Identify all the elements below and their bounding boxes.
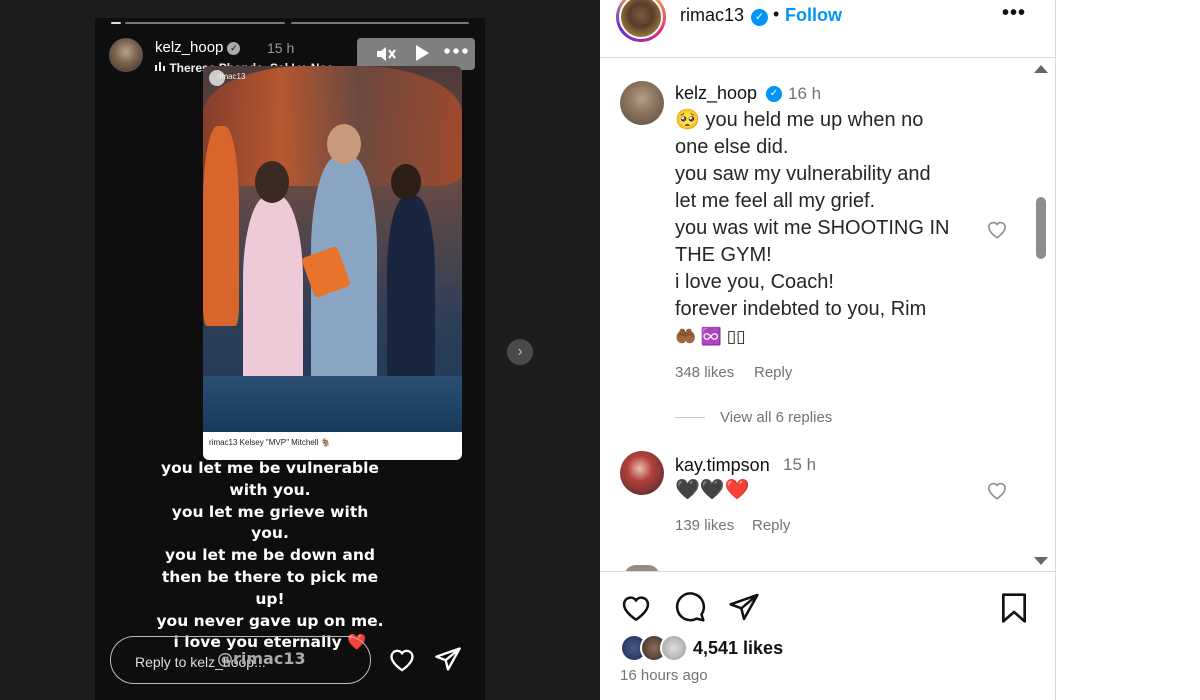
comment-timestamp: 15 h	[783, 455, 817, 474]
save-icon[interactable]	[1000, 592, 1028, 629]
verified-icon: ✓	[751, 9, 768, 26]
comment-icon[interactable]	[674, 591, 706, 628]
play-icon[interactable]	[414, 44, 430, 67]
comment-timestamp: 16 h	[788, 84, 822, 103]
like-icon[interactable]	[620, 592, 652, 627]
comment-avatar[interactable]	[620, 81, 664, 125]
post-owner-avatar[interactable]	[616, 0, 666, 42]
comment-line: you was wit me SHOOTING IN	[675, 217, 950, 239]
story-text-line: then be there to pick me	[161, 567, 379, 586]
replies-divider	[675, 417, 705, 418]
scroll-down-arrow[interactable]	[1034, 557, 1048, 565]
scroll-up-arrow[interactable]	[1034, 65, 1048, 73]
verified-icon: ✓	[227, 42, 241, 55]
comment-username[interactable]: kay.timpson	[675, 455, 770, 476]
comment-line: THE GYM!	[675, 244, 772, 266]
comment-line: let me feel all my grief.	[675, 190, 876, 212]
comment-reply-button[interactable]: Reply	[754, 364, 792, 381]
post-likes-count[interactable]: 4,541 likes	[693, 638, 783, 659]
separator-dot: •	[773, 4, 780, 24]
view-replies-button[interactable]: View all 6 replies	[720, 409, 832, 426]
more-options-button[interactable]: •••	[1002, 2, 1026, 25]
comment-username[interactable]: kelz_hoop	[675, 83, 757, 104]
comment-reply-button[interactable]: Reply	[752, 517, 790, 534]
more-icon[interactable]	[443, 40, 469, 67]
story-text-line: you let me grieve with	[171, 502, 369, 521]
story-text-line: you let me be vulnerable	[161, 459, 379, 477]
post-header: rimac13 ✓ • Follow •••	[600, 0, 1055, 58]
post-actions-bar: 4,541 likes 16 hours ago	[600, 571, 1055, 700]
story-author-name[interactable]: kelz_hoop ✓	[155, 39, 241, 56]
story-text-overlay: you let me be vulnerable with you. you l…	[135, 458, 405, 654]
share-icon[interactable]	[434, 646, 462, 677]
comments-list[interactable]: kelz_hoop ✓ 16 h 🥺 you held me up when n…	[600, 59, 1055, 571]
comment-line: one else did.	[675, 136, 789, 158]
verified-icon: ✓	[766, 86, 782, 102]
comment-likes-count[interactable]: 139 likes	[675, 517, 734, 534]
post-detail-panel: rimac13 ✓ • Follow ••• kelz_hoop ✓ 16 h …	[600, 0, 1055, 700]
comment-line: you saw my vulnerability and	[675, 163, 931, 185]
comment-text: 🥺 you held me up when no one else did. y…	[675, 107, 950, 350]
story-frame[interactable]: kelz_hoop✓ 15 h Theresa Phondo, Sal Ly, …	[95, 18, 485, 700]
comment-line: i love you, Coach!	[675, 271, 834, 293]
shared-post-username: rimac13	[217, 72, 246, 81]
comment-text: 🖤🖤❤️	[675, 479, 750, 501]
story-text-line: up!	[255, 589, 285, 608]
comment-line: 🤲🏾 ♾️ ▯▯	[675, 327, 746, 346]
comment-likes-count[interactable]: 348 likes	[675, 364, 734, 381]
shared-post-photo: rimac13	[203, 66, 462, 432]
next-icon: ›	[517, 343, 523, 360]
story-text-line: you let me be down and	[165, 546, 375, 565]
story-viewer: kelz_hoop✓ 15 h Theresa Phondo, Sal Ly, …	[0, 0, 600, 700]
shared-post-card[interactable]: rimac13 rimac13 Kelsey "MVP" Mitchell 🐐	[203, 66, 462, 460]
avatar	[660, 634, 688, 662]
story-progress-segment	[291, 22, 469, 24]
story-author-avatar[interactable]	[109, 38, 143, 72]
follow-button[interactable]: Follow	[785, 5, 842, 26]
like-icon[interactable]	[388, 646, 416, 677]
comment-like-icon[interactable]	[986, 219, 1008, 244]
comment-line: forever indebted to you, Rim	[675, 298, 927, 320]
story-mention-sticker[interactable]: @rimac13	[217, 649, 306, 668]
story-progress-segment	[125, 22, 285, 24]
music-bars-icon	[155, 61, 169, 75]
story-text-line: with you.	[229, 480, 311, 499]
share-icon[interactable]	[728, 592, 760, 627]
story-text-line: you.	[251, 524, 289, 543]
comment-like-icon[interactable]	[986, 480, 1008, 505]
page-background	[1055, 0, 1200, 700]
post-timestamp: 16 hours ago	[620, 667, 708, 684]
story-text-line: you never gave up on me.	[156, 611, 384, 630]
scrollbar-thumb[interactable]	[1036, 197, 1046, 259]
post-owner-name[interactable]: rimac13	[680, 5, 744, 26]
shared-post-caption: rimac13 Kelsey "MVP" Mitchell 🐐	[209, 438, 331, 447]
next-story-arrow[interactable]: ›	[507, 339, 533, 365]
story-timestamp: 15 h	[267, 40, 295, 56]
story-progress-segment	[111, 22, 121, 24]
comment-avatar[interactable]	[620, 451, 664, 495]
comment-line: 🥺 you held me up when no	[675, 109, 924, 131]
liked-by-avatars[interactable]	[620, 634, 692, 662]
